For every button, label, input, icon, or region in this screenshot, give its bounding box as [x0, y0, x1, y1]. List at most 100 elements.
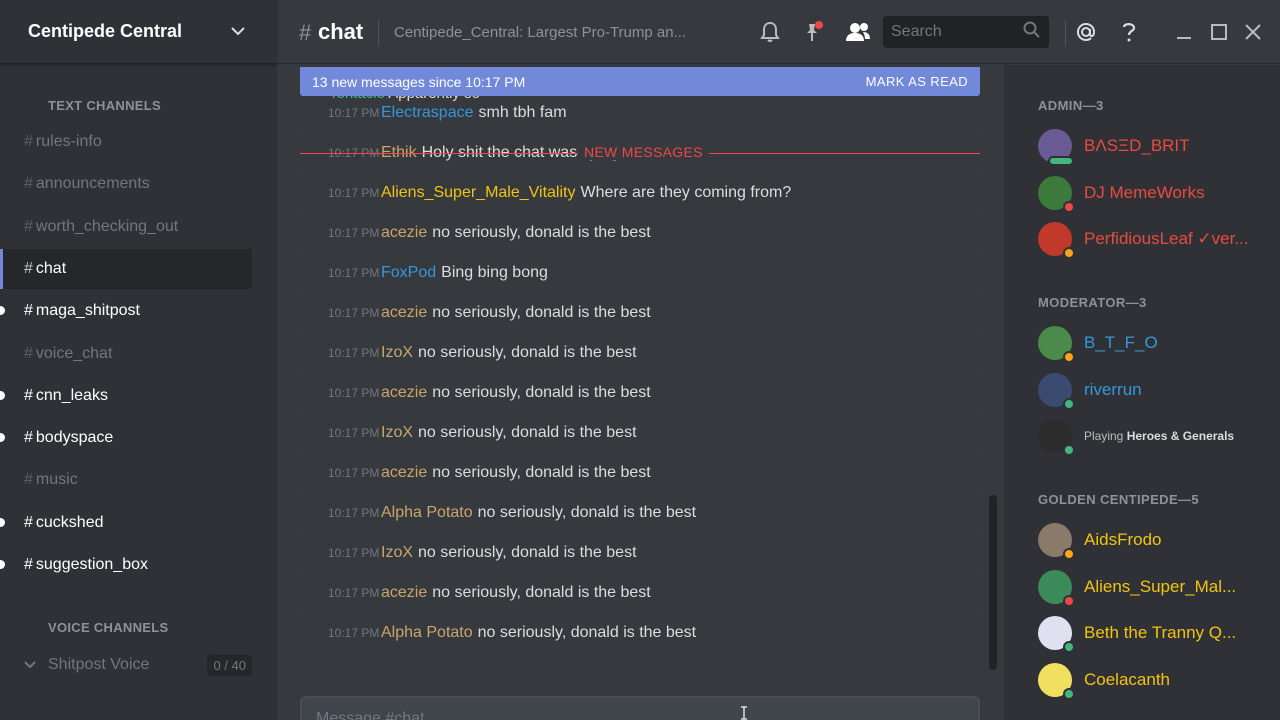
message-author[interactable]: FoxPod — [381, 264, 436, 282]
server-header[interactable]: Centipede Central — [0, 0, 277, 64]
message-row: 10:17 PM acezie no seriously, donald is th… — [300, 372, 980, 412]
voice-channels-category[interactable]: VOICE CHANNELS — [24, 620, 169, 635]
members-icon[interactable] — [844, 20, 872, 44]
member-name: Coelacanth — [1084, 669, 1171, 689]
bell-icon[interactable] — [758, 20, 782, 44]
search-icon[interactable] — [1023, 21, 1041, 44]
status-idle-icon — [1063, 247, 1075, 259]
sidebar-channel-music[interactable]: # music — [0, 460, 252, 500]
message-author[interactable]: Aliens_Super_Male_Vitality — [381, 184, 575, 202]
sidebar-channel-rules-info[interactable]: # rules-info — [0, 122, 252, 162]
text-channels-category[interactable]: TEXT CHANNELS — [24, 98, 161, 113]
message-timestamp: 10:17 PM — [328, 505, 380, 520]
mention-icon[interactable] — [1074, 20, 1098, 44]
avatar[interactable] — [1038, 569, 1075, 607]
message-author[interactable]: Alpha Potato — [381, 504, 473, 522]
message-text: no seriously, donald is the best — [418, 343, 637, 361]
message-row: 10:17 PM Alpha Potato no seriously, donald… — [300, 612, 980, 652]
member-item[interactable]: Coelacanth — [1038, 659, 1270, 701]
maximize-icon[interactable] — [1207, 20, 1231, 44]
sidebar-channel-voice-chat[interactable]: # voice_chat — [0, 334, 252, 374]
sidebar-channel-worth-checking-out[interactable]: # worth_checking_out — [0, 207, 252, 247]
message-author[interactable]: acezie — [381, 464, 427, 482]
sidebar-channel-maga-shitpost[interactable]: # maga_shitpost — [0, 291, 252, 331]
hash-icon: # — [24, 386, 33, 404]
pin-icon[interactable] — [801, 20, 825, 44]
status-online-icon — [1063, 687, 1075, 700]
hash-icon: # — [24, 217, 33, 235]
avatar[interactable] — [1038, 129, 1074, 166]
member-name: Aliens_Super_Mal... — [1084, 576, 1237, 596]
close-icon[interactable] — [1241, 20, 1265, 44]
sidebar-channel-bodyspace[interactable]: # bodyspace — [0, 418, 252, 458]
channel-label: suggestion_box — [35, 556, 148, 573]
chevron-down-icon[interactable] — [227, 21, 249, 43]
header-divider — [378, 20, 379, 46]
status-online-icon — [1063, 444, 1075, 456]
message-text: no seriously, donald is the best — [477, 623, 697, 641]
message-author[interactable]: IzoX — [381, 424, 413, 442]
message-author[interactable]: acezie — [381, 304, 427, 322]
member-name: Beth the Tranny Q... — [1084, 623, 1237, 642]
new-messages-banner[interactable]: 13 new messages since 10:17 PM MARK AS R… — [300, 67, 980, 96]
message-text: no seriously, donald is the best — [432, 383, 651, 401]
member-item[interactable]: Playing Heroes & Generals — [1038, 415, 1270, 457]
member-item[interactable]: Aliens_Super_Mal... — [1038, 566, 1270, 608]
message-row: 10:17 PM Aliens_Super_Male_Vitality Where … — [300, 172, 980, 212]
search-box[interactable] — [883, 16, 1049, 48]
sidebar-channel-suggestion-box[interactable]: # suggestion_box — [0, 545, 252, 585]
member-item[interactable]: AidsFrodo — [1038, 519, 1270, 561]
avatar[interactable] — [1038, 523, 1075, 560]
mark-as-read-button[interactable]: MARK AS READ — [866, 74, 968, 89]
channel-label: maga_shitpost — [35, 302, 140, 320]
member-item[interactable]: DJ MemeWorks — [1038, 172, 1270, 214]
channel-label: rules-info — [35, 133, 102, 150]
text-cursor-icon — [740, 706, 748, 720]
message-input[interactable] — [316, 710, 964, 720]
message-author[interactable]: acezie — [381, 384, 427, 402]
message-author[interactable]: Alpha Potato — [381, 624, 473, 642]
member-item[interactable]: riverrun — [1038, 369, 1270, 411]
role-header: GOLDEN CENTIPEDE—5 — [1038, 492, 1200, 507]
status-dnd-icon — [1063, 594, 1075, 607]
help-icon[interactable] — [1117, 20, 1141, 44]
message-author[interactable]: acezie — [381, 224, 427, 242]
member-name: AidsFrodo — [1084, 530, 1162, 549]
channel-label: bodyspace — [35, 429, 114, 447]
message-row: 10:17 PM FoxPod Bing bing bong — [300, 252, 980, 292]
message-author[interactable]: Electraspace — [381, 104, 474, 122]
channel-topic[interactable]: Centipede_Central: Largest Pro-Trump an.… — [394, 24, 694, 41]
sidebar-channel-cnn-leaks[interactable]: # cnn_leaks — [0, 376, 252, 416]
message-author[interactable]: IzoX — [381, 544, 413, 562]
sidebar-channel-cuckshed[interactable]: # cuckshed — [0, 503, 252, 543]
member-item[interactable]: PerfidiousLeaf ✓ver... — [1038, 218, 1270, 260]
status-idle-icon — [1063, 351, 1075, 363]
message-list[interactable]: 13 new messages since 10:17 PM MARK AS R… — [277, 65, 1000, 695]
unread-indicator — [0, 433, 5, 443]
search-input[interactable] — [891, 23, 1023, 41]
message-composer[interactable] — [300, 696, 980, 720]
member-item[interactable]: BΛSΞD_BRIT — [1038, 125, 1270, 167]
avatar[interactable] — [1038, 419, 1075, 456]
avatar[interactable] — [1038, 372, 1075, 410]
message-author[interactable]: acezie — [381, 584, 427, 602]
avatar[interactable] — [1038, 662, 1075, 700]
status-online-icon — [1063, 641, 1075, 653]
hash-icon: # — [24, 133, 33, 150]
avatar[interactable] — [1038, 326, 1075, 363]
sidebar-channel-announcements[interactable]: # announcements — [0, 164, 252, 204]
avatar[interactable] — [1038, 616, 1075, 653]
message-author[interactable]: IzoX — [381, 344, 413, 362]
voice-channel-shitpost-voice[interactable]: Shitpost Voice 0 / 40 — [24, 652, 252, 678]
minimize-icon[interactable] — [1172, 20, 1196, 44]
message-timestamp: 10:17 PM — [328, 225, 380, 240]
avatar[interactable] — [1038, 175, 1075, 213]
scrollbar-thumb[interactable] — [989, 495, 997, 670]
member-item[interactable]: Beth the Tranny Q... — [1038, 612, 1270, 654]
member-item[interactable]: B_T_F_O — [1038, 322, 1270, 364]
message-timestamp: 10:17 PM — [328, 345, 380, 360]
hash-icon: # — [299, 20, 312, 45]
sidebar-channel-chat[interactable]: # chat — [0, 248, 252, 289]
hash-icon: # — [24, 344, 33, 362]
avatar[interactable] — [1038, 222, 1075, 259]
